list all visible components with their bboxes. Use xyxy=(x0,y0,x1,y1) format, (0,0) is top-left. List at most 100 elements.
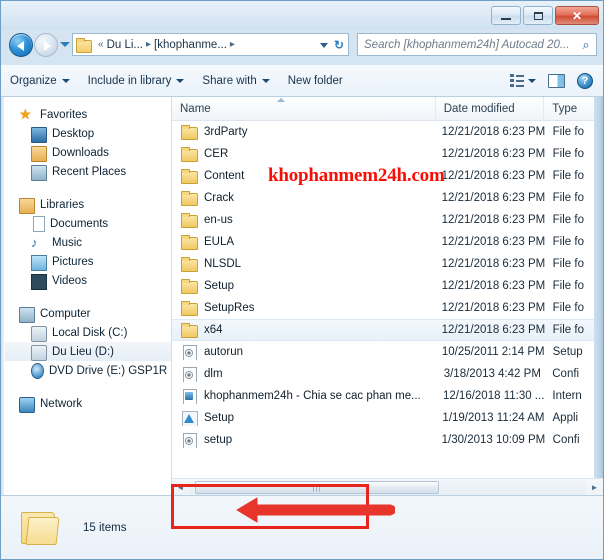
open-folder-icon xyxy=(19,508,65,548)
sidebar-item-libraries[interactable]: Libraries xyxy=(1,195,171,214)
table-row[interactable]: NLSDL 12/21/2018 6:23 PM File fo xyxy=(172,253,603,275)
include-in-library-button[interactable]: Include in library xyxy=(79,71,194,91)
column-header-name[interactable]: Name xyxy=(172,96,436,121)
table-row[interactable]: Crack 12/21/2018 6:23 PM File fo xyxy=(172,187,603,209)
preview-pane-icon[interactable] xyxy=(548,73,565,88)
desktop-icon xyxy=(31,126,47,143)
folder-icon xyxy=(76,38,92,53)
search-input[interactable]: Search [khophanmem24h] Autocad 20... xyxy=(358,39,576,51)
horizontal-scrollbar[interactable]: ◄ ||| ► xyxy=(172,478,603,495)
file-name-cell[interactable]: x64 xyxy=(172,322,434,338)
internet-shortcut-icon xyxy=(181,388,197,404)
forward-button[interactable] xyxy=(34,33,58,57)
sidebar-label: Network xyxy=(40,397,83,410)
sidebar-item-desktop[interactable]: Desktop xyxy=(1,124,171,143)
sidebar-item-dvd-drive-e[interactable]: DVD Drive (E:) GSP1R xyxy=(1,361,171,380)
file-date-cell: 12/21/2018 6:23 PM xyxy=(441,258,546,270)
config-file-icon xyxy=(181,366,197,382)
sidebar-item-documents[interactable]: Documents xyxy=(1,214,171,233)
share-with-button[interactable]: Share with xyxy=(193,71,278,91)
maximize-button[interactable] xyxy=(523,6,553,25)
file-name-label: dlm xyxy=(204,368,223,380)
sidebar-item-videos[interactable]: Videos xyxy=(1,271,171,290)
site-watermark: khophanmem24h.com xyxy=(268,165,445,186)
file-name-cell[interactable]: EULA xyxy=(172,234,434,250)
file-name-cell[interactable]: Crack xyxy=(172,190,434,206)
sidebar-item-downloads[interactable]: Downloads xyxy=(1,143,171,162)
file-name-label: khophanmem24h - Chia se cac phan me... xyxy=(204,390,421,402)
change-view-icon[interactable] xyxy=(510,74,524,87)
file-name-label: Setup xyxy=(204,412,235,424)
organize-button[interactable]: Organize xyxy=(1,71,79,91)
table-row[interactable]: SetupRes 12/21/2018 6:23 PM File fo xyxy=(172,297,603,319)
file-name-cell[interactable]: 3rdParty xyxy=(172,124,434,140)
table-row[interactable]: dlm 3/18/2013 4:42 PM Confi xyxy=(172,363,603,385)
address-bar[interactable]: « Du Li... ▸ [khophanme... ▸ ↻ xyxy=(72,33,349,56)
table-row[interactable]: CER 12/21/2018 6:23 PM File fo xyxy=(172,143,603,165)
computer-icon xyxy=(19,306,35,323)
file-name-cell[interactable]: NLSDL xyxy=(172,256,434,272)
table-row[interactable]: EULA 12/21/2018 6:23 PM File fo xyxy=(172,231,603,253)
table-row[interactable]: en-us 12/21/2018 6:23 PM File fo xyxy=(172,209,603,231)
table-row[interactable]: x64 12/21/2018 6:23 PM File fo xyxy=(172,319,603,341)
file-list-pane: Name Date modified Type 3rdParty 12/21/20… xyxy=(172,96,603,495)
drive-icon xyxy=(31,326,47,342)
table-row[interactable]: setup 1/30/2013 10:09 PM Confi xyxy=(172,429,603,451)
table-row[interactable]: Setup 1/19/2013 11:24 AM Appli xyxy=(172,407,603,429)
toolbar-right-group: ? xyxy=(510,72,603,89)
search-box[interactable]: Search [khophanmem24h] Autocad 20... ⌕ xyxy=(357,33,597,56)
sidebar-label: Local Disk (C:) xyxy=(52,326,128,339)
file-name-cell[interactable]: autorun xyxy=(172,344,434,360)
help-icon[interactable]: ? xyxy=(577,72,593,89)
sidebar-item-recent-places[interactable]: Recent Places xyxy=(1,162,171,181)
table-row[interactable]: khophanmem24h - Chia se cac phan me... 12… xyxy=(172,385,603,407)
sidebar-item-pictures[interactable]: Pictures xyxy=(1,252,171,271)
address-row: « Du Li... ▸ [khophanme... ▸ ↻ Search [k… xyxy=(1,29,603,61)
new-folder-button[interactable]: New folder xyxy=(279,71,352,91)
scroll-right-arrow[interactable]: ► xyxy=(586,480,603,495)
file-name-cell[interactable]: en-us xyxy=(172,212,434,228)
file-name-cell[interactable]: khophanmem24h - Chia se cac phan me... xyxy=(172,388,435,404)
sidebar-item-local-disk-c[interactable]: Local Disk (C:) xyxy=(1,323,171,342)
scroll-thumb[interactable]: ||| xyxy=(195,480,439,494)
table-row[interactable]: autorun 10/25/2011 2:14 PM Setup xyxy=(172,341,603,363)
video-icon xyxy=(31,273,47,290)
maximize-icon xyxy=(533,11,543,20)
refresh-icon[interactable]: ↻ xyxy=(334,38,344,52)
file-name-cell[interactable]: SetupRes xyxy=(172,300,434,316)
breadcrumb-separator-2[interactable]: ▸ xyxy=(230,39,235,50)
table-row[interactable]: 3rdParty 12/21/2018 6:23 PM File fo xyxy=(172,121,603,143)
close-button[interactable]: ✕ xyxy=(555,6,599,25)
view-chevron-down-icon[interactable] xyxy=(528,78,536,83)
table-row[interactable]: Setup 12/21/2018 6:23 PM File fo xyxy=(172,275,603,297)
folder-icon xyxy=(181,234,198,250)
sidebar-item-music[interactable]: ♪ Music xyxy=(1,233,171,252)
address-dropdown-icon[interactable] xyxy=(320,43,328,48)
breadcrumb-item-1[interactable]: Du Li... xyxy=(107,39,143,51)
history-dropdown-icon[interactable] xyxy=(60,42,70,47)
sidebar-item-computer[interactable]: Computer xyxy=(1,304,171,323)
breadcrumb-separator-1[interactable]: ▸ xyxy=(146,39,151,50)
drive-icon xyxy=(31,345,47,361)
sidebar-label: Documents xyxy=(50,217,109,230)
explorer-body: ★ Favorites Desktop Downloads Recent Pla… xyxy=(1,96,603,529)
folder-icon xyxy=(181,278,198,294)
file-name-cell[interactable]: CER xyxy=(172,146,434,162)
file-name-label: en-us xyxy=(204,214,233,226)
search-icon[interactable]: ⌕ xyxy=(576,37,596,53)
sidebar-item-favorites[interactable]: ★ Favorites xyxy=(1,105,171,124)
column-header-date-modified[interactable]: Date modified xyxy=(436,96,545,121)
back-button[interactable] xyxy=(9,33,33,57)
file-name-label: autorun xyxy=(204,346,244,358)
minimize-button[interactable] xyxy=(491,6,521,25)
scroll-left-arrow[interactable]: ◄ xyxy=(172,480,189,495)
file-name-cell[interactable]: setup xyxy=(172,432,434,448)
scroll-track[interactable]: ||| xyxy=(189,479,586,495)
sidebar-item-network[interactable]: Network xyxy=(1,394,171,413)
breadcrumb-item-2[interactable]: [khophanme... xyxy=(154,39,227,51)
file-name-cell[interactable]: dlm xyxy=(172,366,436,382)
sidebar-item-du-lieu-d[interactable]: Du Lieu (D:) xyxy=(1,342,171,361)
file-date-cell: 12/16/2018 11:30 ... xyxy=(442,390,545,402)
file-name-cell[interactable]: Setup xyxy=(172,410,434,426)
file-name-cell[interactable]: Setup xyxy=(172,278,434,294)
